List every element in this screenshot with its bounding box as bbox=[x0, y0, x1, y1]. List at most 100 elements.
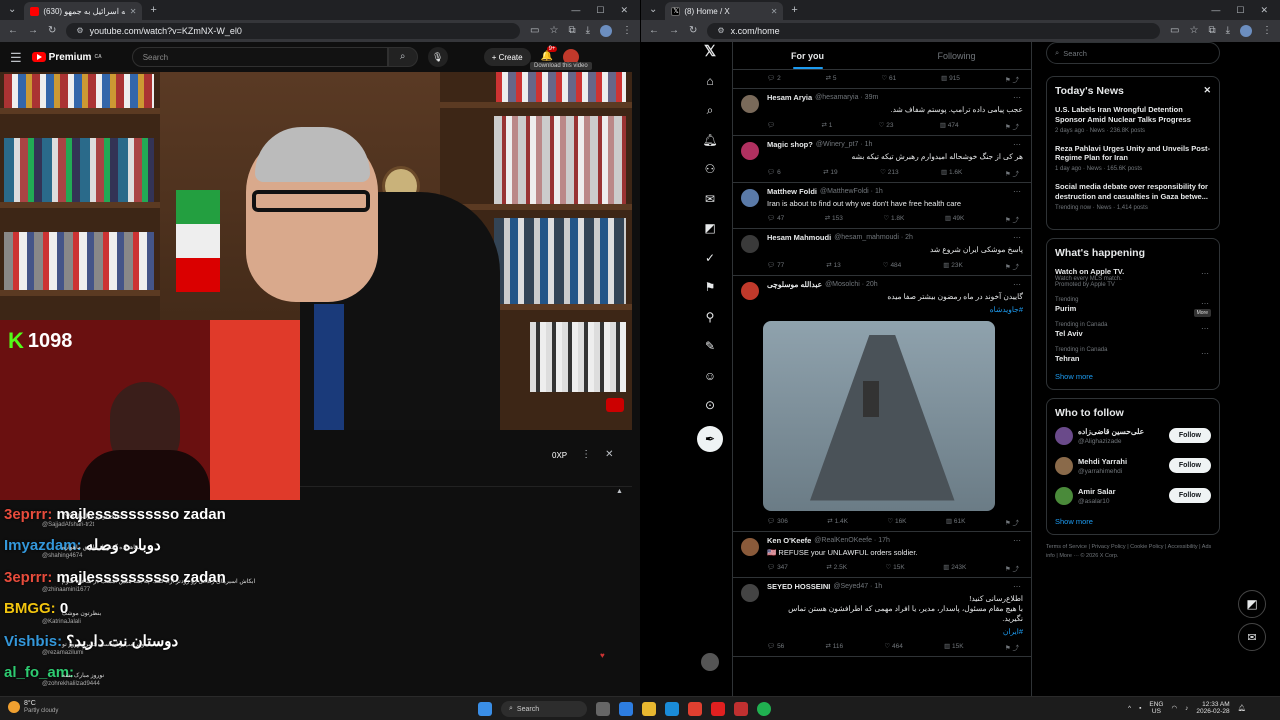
tweet-avatar[interactable] bbox=[741, 235, 759, 254]
follow-button[interactable]: Follow bbox=[1168, 428, 1211, 443]
weather-widget[interactable]: 8°C Partly cloudy bbox=[8, 700, 58, 714]
tab-search-icon[interactable]: ⌄ bbox=[649, 5, 657, 15]
tweet-author-name[interactable]: Hesam Mahmoudi bbox=[767, 233, 831, 242]
retweet-count[interactable]: ⇄ 153 bbox=[825, 214, 843, 224]
gmail-icon[interactable] bbox=[734, 702, 748, 716]
tweet-more-icon[interactable]: ⋯ bbox=[1013, 582, 1021, 591]
youtube-app-icon[interactable] bbox=[711, 702, 725, 716]
premium-icon[interactable]: ✓ bbox=[701, 249, 719, 267]
chat-username[interactable]: 3eprrr: bbox=[4, 569, 52, 586]
tab-close-icon[interactable]: ✕ bbox=[771, 7, 778, 16]
retweet-count[interactable]: ⇄ 19 bbox=[823, 168, 838, 178]
youtube-search-input[interactable]: Search bbox=[131, 47, 388, 67]
trend-item[interactable]: Trending in Canada Tehran ⋯ bbox=[1055, 347, 1211, 363]
clock-date[interactable]: 2026-02-28 bbox=[1196, 708, 1229, 715]
tweet-more-icon[interactable]: ⋯ bbox=[1013, 93, 1021, 102]
profile-avatar[interactable] bbox=[1240, 25, 1252, 37]
start-icon[interactable] bbox=[478, 702, 492, 716]
reply-count[interactable]: 💬︎ 56 bbox=[767, 642, 784, 652]
volume-icon[interactable]: ♪ bbox=[1185, 705, 1188, 712]
menu-icon[interactable]: ⋮ bbox=[622, 26, 632, 36]
tab-following[interactable]: Following bbox=[882, 42, 1031, 69]
tray-app-icon[interactable]: ▪ bbox=[1139, 705, 1141, 712]
tweet[interactable]: ⋯ SEYED HOSSEINI @Seyed47 · 1h اطلاع‌رسانی … bbox=[733, 578, 1031, 658]
bookmark-star-icon[interactable]: ☆ bbox=[1189, 26, 1198, 36]
tweet-author-name[interactable]: عبدالله موسلوچی bbox=[767, 280, 822, 289]
retweet-count[interactable]: ⇄ 5 bbox=[826, 74, 837, 84]
chat-username[interactable]: @zhinaamini1677 bbox=[42, 587, 90, 593]
trend-item[interactable]: Watch on Apple TV. Watch every MLS match.… bbox=[1055, 267, 1211, 288]
reply-count[interactable]: 💬︎ bbox=[767, 121, 775, 131]
grok-float-icon[interactable]: ◩ bbox=[1238, 590, 1266, 618]
chat-username[interactable]: @zohrekhalilzad9444 bbox=[42, 681, 100, 687]
follow-icon[interactable]: ⚇ bbox=[701, 160, 719, 178]
suggestion-name[interactable]: علی‌حسین قاضی‌زاده bbox=[1078, 427, 1164, 436]
close-icon[interactable]: ✕ bbox=[620, 5, 628, 16]
profile-icon[interactable]: ☺ bbox=[701, 367, 719, 385]
notifications-icon[interactable]: 🔔︎ bbox=[1238, 704, 1246, 712]
like-count[interactable]: ♡ 23 bbox=[879, 121, 894, 131]
edge-icon[interactable] bbox=[619, 702, 633, 716]
tweet-handle-time[interactable]: @Mosolchi · 20h bbox=[825, 281, 878, 288]
bookmark-share-icon[interactable]: ⚑ ⤴ bbox=[1005, 168, 1019, 178]
suggestion-name[interactable]: Mehdi Yarrahi bbox=[1078, 457, 1164, 466]
like-count[interactable]: ♡ 16K bbox=[887, 517, 906, 527]
follow-suggestion[interactable]: Amir Salar @asalar10 Follow bbox=[1055, 486, 1211, 505]
chrome-icon[interactable] bbox=[688, 702, 702, 716]
explore-icon[interactable]: ⌕ bbox=[701, 101, 719, 119]
back-icon[interactable]: ← bbox=[8, 26, 18, 36]
reply-count[interactable]: 💬︎ 77 bbox=[767, 261, 784, 271]
reply-count[interactable]: 💬︎ 47 bbox=[767, 214, 784, 224]
show-more-link[interactable]: Show more bbox=[1055, 517, 1211, 526]
tweet-more-icon[interactable]: ⋯ bbox=[1013, 280, 1021, 289]
forward-icon[interactable]: → bbox=[28, 26, 38, 36]
chat-username[interactable]: @rezamazilumi bbox=[42, 650, 83, 656]
tweet[interactable]: ⋯ Hesam Aryia @hesamaryia · 39m عجب پیامی د… bbox=[733, 89, 1031, 136]
youtube-logo[interactable]: Premium CA bbox=[31, 52, 102, 63]
tweet-avatar[interactable] bbox=[741, 584, 759, 603]
profile-avatar[interactable] bbox=[600, 25, 612, 37]
view-count[interactable]: ▥ 15K bbox=[944, 642, 964, 652]
downloads-icon[interactable]: ⤓ bbox=[586, 26, 590, 36]
store-icon[interactable] bbox=[665, 702, 679, 716]
x-logo-icon[interactable]: 𝕏 bbox=[701, 42, 719, 60]
trend-more-icon[interactable]: ⋯ bbox=[1201, 299, 1209, 308]
reply-count[interactable]: 💬︎ 306 bbox=[767, 517, 788, 527]
view-count[interactable]: ▥ 23K bbox=[943, 261, 963, 271]
close-icon[interactable]: ✕ bbox=[1260, 5, 1268, 16]
extensions-icon[interactable]: ⧉ bbox=[568, 26, 575, 36]
file-explorer-icon[interactable] bbox=[642, 702, 656, 716]
url-field[interactable]: ⚙ youtube.com/watch?v=KZmNX-W_el0 bbox=[66, 23, 521, 39]
new-tab-button[interactable]: + bbox=[791, 4, 797, 16]
follow-suggestion[interactable]: علی‌حسین قاضی‌زاده @Alighazizade Follow bbox=[1055, 426, 1211, 445]
messages-icon[interactable]: ✉ bbox=[701, 190, 719, 208]
chat-username[interactable]: @shahing4674 bbox=[42, 553, 82, 559]
new-tab-button[interactable]: + bbox=[150, 4, 156, 16]
retweet-count[interactable]: ⇄ 2.5K bbox=[826, 563, 847, 573]
trend-more-icon[interactable]: ⋯ bbox=[1201, 349, 1209, 358]
reply-count[interactable]: 💬︎ 347 bbox=[767, 563, 788, 573]
extensions-icon[interactable]: ⧉ bbox=[1208, 26, 1215, 36]
account-avatar[interactable] bbox=[701, 652, 719, 671]
tweet-more-icon[interactable]: ⋯ bbox=[1013, 140, 1021, 149]
spotify-icon[interactable] bbox=[757, 702, 771, 716]
tweet-handle-time[interactable]: @Winery_pt7 · 1h bbox=[816, 141, 873, 148]
bookmark-share-icon[interactable]: ⚑ ⤴ bbox=[1005, 261, 1019, 271]
follow-button[interactable]: Follow bbox=[1168, 488, 1211, 503]
show-more-link[interactable]: Show more bbox=[1055, 372, 1211, 381]
suggestion-avatar[interactable] bbox=[1055, 486, 1073, 505]
tweet-more-icon[interactable]: ⋯ bbox=[1013, 187, 1021, 196]
follow-suggestion[interactable]: Mehdi Yarrahi @yarrahimehdi Follow bbox=[1055, 456, 1211, 475]
notifications-bell-icon[interactable]: 🔔 9+ bbox=[541, 46, 558, 62]
minimize-icon[interactable]: — bbox=[571, 5, 580, 16]
maximize-icon[interactable]: ☐ bbox=[1236, 5, 1244, 16]
trend-more-icon[interactable]: ⋯ bbox=[1201, 269, 1209, 278]
bookmark-star-icon[interactable]: ☆ bbox=[549, 26, 558, 36]
reply-count[interactable]: 💬︎ 6 bbox=[767, 168, 781, 178]
trend-item[interactable]: Trending Purim ⋯ More bbox=[1055, 297, 1211, 317]
like-count[interactable]: ♡ 1.8K bbox=[883, 214, 904, 224]
hashtag-link[interactable]: #جاویدشاه bbox=[767, 305, 1023, 315]
retweet-count[interactable]: ⇄ 13 bbox=[826, 261, 841, 271]
bookmark-share-icon[interactable]: ⚑ ⤴ bbox=[1005, 121, 1019, 131]
chat-username[interactable]: @SajjadAfshari-tr2t bbox=[42, 522, 94, 528]
